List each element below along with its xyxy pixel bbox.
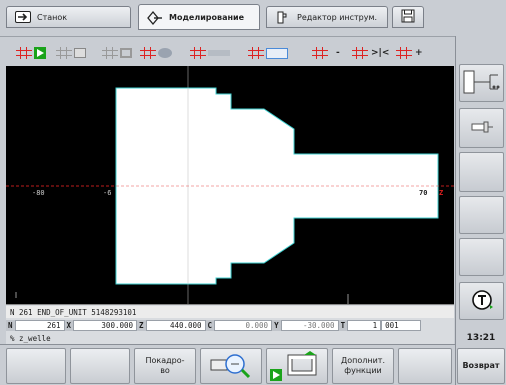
grid-icon xyxy=(312,47,328,59)
zoom-fit-label: >|< xyxy=(371,48,390,58)
right-softkey-4[interactable] xyxy=(459,196,504,234)
tab-label: Редактор инструм. xyxy=(297,12,378,22)
c-value: 0.000 xyxy=(214,319,273,331)
grid-icon xyxy=(352,47,368,59)
right-softkey-3[interactable] xyxy=(459,152,504,192)
softkey-1[interactable] xyxy=(6,348,66,384)
grid-icon xyxy=(102,47,118,59)
toolbar-zoom-out[interactable]: - xyxy=(312,45,340,61)
toolbar-grid-play[interactable] xyxy=(16,45,46,61)
x-label: X xyxy=(64,319,74,331)
tab-label: Станок xyxy=(37,12,68,22)
grid-icon xyxy=(396,47,412,59)
toolbar-grid-zoom[interactable] xyxy=(248,45,288,61)
zoom-out-label: - xyxy=(336,48,340,58)
status-line-2: N 261 X 300.000 Z 440.000 C 0.000 Y -30.… xyxy=(6,319,454,331)
play-icon xyxy=(34,47,46,59)
axis-label-z: Z xyxy=(439,189,444,197)
tool-holder-icon xyxy=(470,120,494,136)
toolbar-zoom-in[interactable]: + xyxy=(396,45,423,61)
grid-icon xyxy=(190,47,206,59)
n-value: 261 xyxy=(14,319,65,331)
status-line-1: N 261 END_OF_UNIT 5148293101 xyxy=(6,306,454,318)
toolbar-grid-frame[interactable] xyxy=(102,45,132,61)
grid-icon xyxy=(140,47,156,59)
zoom-window-icon xyxy=(266,47,288,59)
axis-label-mid: -6 xyxy=(103,189,112,197)
bottom-softkey-bar: Покадро- во Дополнит. функции Возврат xyxy=(0,344,505,385)
z-label: Z xyxy=(137,319,146,331)
back-button[interactable]: Возврат xyxy=(457,348,505,384)
tab-simulation[interactable]: Моделирование xyxy=(138,4,260,30)
extra-functions-button[interactable]: Дополнит. функции xyxy=(332,348,394,384)
tab-save[interactable] xyxy=(392,6,424,28)
softkey-7[interactable] xyxy=(398,348,452,384)
tab-tool-editor[interactable]: Редактор инструм. xyxy=(266,6,388,28)
status-line-3: % z_welle xyxy=(6,332,454,344)
t-value: 1 xyxy=(347,319,382,331)
axis-label-right: 70 xyxy=(419,189,428,197)
workpiece-graphic xyxy=(6,66,454,304)
tool-t-icon xyxy=(471,289,493,313)
tab-bar: Станок Моделирование Редактор инструм. xyxy=(0,0,506,36)
play-workpiece-icon xyxy=(270,349,324,384)
t-extra: 001 xyxy=(381,319,422,331)
t-label: T xyxy=(338,319,348,331)
toolbar-grid-tool[interactable] xyxy=(190,45,230,61)
x-value: 300.000 xyxy=(73,319,138,331)
n-label: N xyxy=(6,319,15,331)
floppy-icon xyxy=(401,9,415,25)
simulate-start-button[interactable] xyxy=(266,348,328,384)
frame-by-frame-button[interactable]: Покадро- во xyxy=(134,348,196,384)
arrow-right-icon xyxy=(15,11,31,23)
block-info: N 261 END_OF_UNIT 5148293101 xyxy=(10,307,137,317)
diamond-arrow-icon xyxy=(147,10,163,26)
magnifier-icon xyxy=(209,350,253,383)
toolbar-grid-window[interactable] xyxy=(56,45,86,61)
program-name: % z_welle xyxy=(10,333,51,343)
tool-bar-icon xyxy=(208,50,230,56)
grid-icon xyxy=(248,47,264,59)
toolbar-grid-3d[interactable] xyxy=(140,45,172,61)
simulation-canvas[interactable]: -80 -6 70 Z xyxy=(6,66,454,304)
zoom-in-label: + xyxy=(415,48,423,58)
machine-view-icon xyxy=(460,70,503,103)
tool-icon xyxy=(275,11,291,24)
z-value: 440.000 xyxy=(145,319,206,331)
right-softkey-5[interactable] xyxy=(459,238,504,276)
nc-status-area: N 261 END_OF_UNIT 5148293101 N 261 X 300… xyxy=(6,304,454,344)
c-label: C xyxy=(205,319,215,331)
tab-label: Моделирование xyxy=(169,12,245,22)
toolbar-zoom-fit[interactable]: >|< xyxy=(352,45,389,61)
y-label: Y xyxy=(272,319,281,331)
frame-icon xyxy=(120,48,132,58)
y-value: -30.000 xyxy=(280,319,339,331)
tab-machine[interactable]: Станок xyxy=(6,6,131,28)
grid-icon xyxy=(56,47,72,59)
clock: 13:21 xyxy=(466,333,496,343)
zoom-view-button[interactable] xyxy=(200,348,262,384)
3d-view-icon xyxy=(158,48,172,58)
simulation-toolbar: - >|< + xyxy=(0,36,455,66)
tool-view-button[interactable] xyxy=(459,108,504,148)
softkey-2[interactable] xyxy=(70,348,130,384)
tool-table-button[interactable] xyxy=(459,282,504,320)
grid-icon xyxy=(16,47,32,59)
view-mode-button[interactable] xyxy=(459,64,504,102)
window-icon xyxy=(74,48,86,58)
axis-label-left: -80 xyxy=(32,189,45,197)
